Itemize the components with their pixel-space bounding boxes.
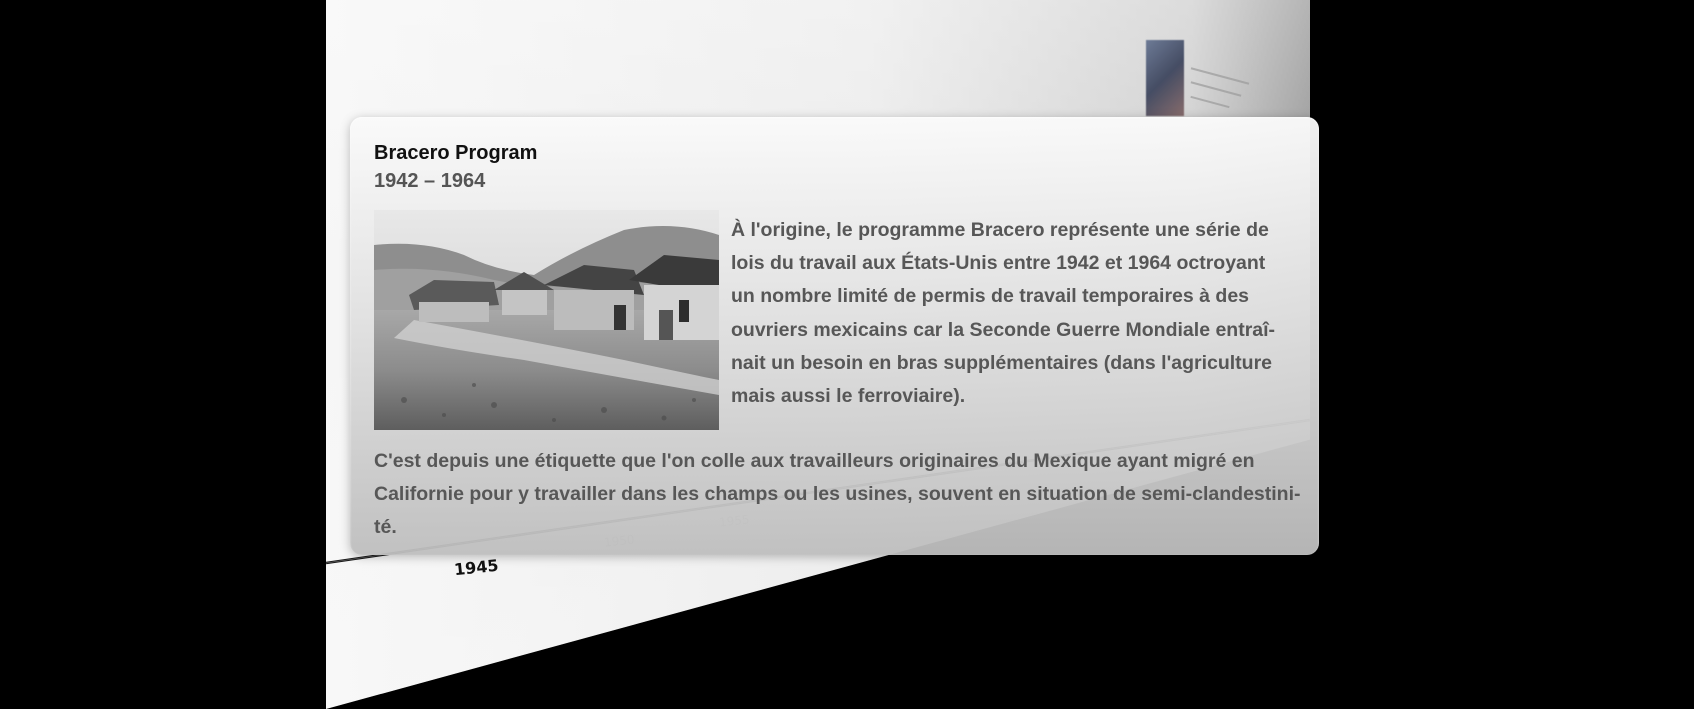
paragraph-line: C'est depuis une étiquette que l'on coll…: [374, 450, 1255, 472]
paragraph-line: un nombre limité de permis de travail te…: [731, 285, 1250, 308]
paragraph-line: nait un besoin en bras supplémentaires (…: [731, 351, 1273, 374]
paragraph-line: lois du travail aux États-Unis entre 194…: [731, 252, 1266, 275]
event-info-card[interactable]: Bracero Program 1942 – 1964 À l'origine,…: [350, 117, 1319, 555]
village-photo: [374, 210, 719, 430]
event-description-paragraph-2: C'est depuis une étiquette que l'on coll…: [374, 445, 1304, 545]
event-dates: 1942 – 1964: [374, 170, 486, 192]
background-thumbnail-image: [1146, 40, 1184, 116]
paragraph-line: Californie pour y travailler dans les ch…: [374, 483, 1301, 506]
event-title: Bracero Program: [374, 142, 538, 164]
paragraph-line: mais aussi le ferroviaire).: [731, 385, 966, 408]
event-description-paragraph-1: À l'origine, le programme Bracero représ…: [731, 214, 1291, 413]
paragraph-line: À l'origine, le programme Bracero représ…: [731, 219, 1269, 241]
paragraph-line: ouvriers mexicains car la Seconde Guerre…: [731, 318, 1276, 341]
paragraph-line: té.: [374, 516, 397, 539]
